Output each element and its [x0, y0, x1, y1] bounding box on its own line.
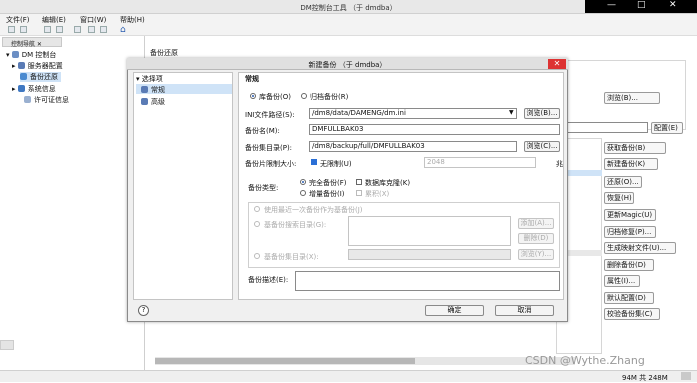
radio-db-backup[interactable]: [250, 93, 256, 99]
help-icon[interactable]: ?: [138, 305, 149, 316]
radio-db-backup-label: 库备份(O): [259, 93, 291, 101]
save-icon[interactable]: [8, 26, 15, 33]
option-general-label: 常规: [141, 85, 165, 95]
backup-name-label: 备份名(M):: [245, 127, 280, 135]
description-label: 备份描述(E):: [248, 276, 289, 284]
server-icon: [17, 62, 25, 69]
window-controls-overlay: — □ ✕: [585, 0, 697, 13]
scrollbar-thumb[interactable]: [155, 358, 415, 364]
backup-panel-title: 备份还原: [150, 49, 178, 57]
horizontal-scrollbar[interactable]: [155, 357, 575, 365]
backup-icon: [20, 73, 27, 80]
option-advanced[interactable]: 高级: [141, 97, 165, 107]
nav-tab[interactable]: 控制导航 ✕: [2, 37, 62, 48]
gc-trash-icon[interactable]: [681, 372, 691, 380]
piece-limit-label: 备份片限制大小:: [245, 160, 297, 168]
home-icon[interactable]: ⌂: [120, 25, 126, 35]
archive-repair-button[interactable]: 归档修复(P)...: [604, 226, 656, 238]
menu-bar: 文件(F) 编辑(E) 窗口(W) 帮助(H): [0, 14, 697, 24]
backup-type-label: 备份类型:: [248, 184, 279, 192]
ini-browse-button[interactable]: 浏览(B)...: [524, 108, 560, 119]
verify-backup-button[interactable]: 校验备份集(C): [604, 308, 660, 320]
dir-browse-button[interactable]: 浏览(C)...: [524, 141, 560, 152]
tree-root[interactable]: ▾ DM 控制台: [6, 50, 56, 60]
dialog-close-button[interactable]: ✕: [548, 59, 566, 69]
cumulative-checkbox[interactable]: [356, 190, 362, 196]
unlimited-label: 无限制(U): [320, 160, 352, 168]
radio-full-backup[interactable]: [300, 179, 306, 185]
toolbar: ⌂: [0, 24, 697, 36]
list-icon[interactable]: [100, 26, 107, 33]
radio-use-recent[interactable]: [254, 206, 260, 212]
base-dir-browse-button[interactable]: 浏览(Y)...: [518, 249, 554, 260]
base-dir-label: 基备份集目录(X):: [264, 253, 319, 261]
tree-item-system-info[interactable]: ▸ 系统信息: [12, 84, 56, 94]
status-bar: 94M 共 248M: [0, 370, 697, 382]
clone-checkbox[interactable]: [356, 179, 362, 185]
panel-path-input[interactable]: [556, 122, 648, 133]
select-header: ▾ 选择项: [136, 75, 163, 83]
recover-button[interactable]: 恢复(H): [604, 192, 634, 204]
default-config-button[interactable]: 默认配置(D): [604, 292, 654, 304]
backup-dir-label: 备份集目录(P):: [245, 144, 293, 152]
section-title: 常规: [245, 75, 259, 83]
radio-archive-backup[interactable]: [301, 93, 307, 99]
panel-browse-button[interactable]: 浏览(B)...: [604, 92, 660, 104]
backup-name-input[interactable]: DMFULLBAK03: [309, 124, 560, 135]
close-window-button[interactable]: ✕: [669, 0, 677, 10]
delete-button[interactable]: 删除(D): [518, 233, 554, 244]
dialog-title: 新建备份 （于 dmdba）: [308, 61, 387, 69]
update-magic-button[interactable]: 更新Magic(U): [604, 209, 656, 221]
dialog-title-bar: 新建备份 （于 dmdba）: [127, 58, 568, 70]
back-icon[interactable]: [44, 26, 51, 33]
radio-incremental-label: 增量备份(I): [309, 190, 345, 198]
ini-label: INI文件路径(S):: [245, 111, 295, 119]
refresh-icon[interactable]: [74, 26, 81, 33]
base-search-label: 基备份搜索目录(G):: [264, 221, 327, 229]
ini-path-input[interactable]: /dm8/data/DAMENG/dm.ini: [309, 108, 517, 119]
generate-mapfile-button[interactable]: 生成映射文件(U)...: [604, 242, 676, 254]
base-search-list[interactable]: [348, 216, 511, 246]
watermark: CSDN @Wythe.Zhang: [525, 354, 645, 367]
database-icon: [11, 51, 19, 58]
print-icon[interactable]: [20, 26, 27, 33]
tool-icon[interactable]: [88, 26, 95, 33]
radio-base-dir[interactable]: [254, 253, 260, 259]
unlimited-checkbox[interactable]: [311, 159, 317, 165]
config-button[interactable]: 配置(E): [651, 122, 683, 134]
new-backup-button[interactable]: 新建备份(K): [604, 158, 658, 170]
tree-item-server-config[interactable]: ▸ 服务器配置: [12, 61, 63, 71]
tree-item-backup-restore[interactable]: 备份还原: [20, 72, 61, 82]
use-recent-label: 使用最近一次备份作为基备份(J): [264, 206, 363, 214]
forward-icon[interactable]: [56, 26, 63, 33]
page-icon: [141, 86, 148, 93]
restore-view-icon[interactable]: [0, 340, 14, 350]
license-icon: [24, 96, 31, 103]
minimize-button[interactable]: —: [607, 0, 616, 10]
radio-base-search[interactable]: [254, 221, 260, 227]
delete-backup-button[interactable]: 删除备份(D): [604, 259, 654, 271]
clone-label: 数据库克隆(K): [365, 179, 411, 187]
size-unit: 兆: [556, 160, 563, 168]
radio-full-backup-label: 完全备份(F): [309, 179, 347, 187]
add-button[interactable]: 添加(A)...: [518, 218, 554, 229]
cancel-button[interactable]: 取消: [495, 305, 554, 316]
get-backup-button[interactable]: 获取备份(B): [604, 142, 666, 154]
tree-item-license[interactable]: 许可证信息: [24, 95, 69, 105]
page-icon: [141, 98, 148, 105]
description-textarea[interactable]: [295, 271, 560, 291]
cumulative-label: 累积(X): [365, 190, 390, 198]
maximize-button[interactable]: □: [637, 0, 646, 10]
info-icon: [17, 85, 25, 92]
base-dir-input[interactable]: [348, 249, 511, 260]
backup-dir-input[interactable]: /dm8/backup/full/DMFULLBAK03: [309, 141, 517, 152]
restore-button[interactable]: 还原(O)...: [604, 176, 642, 188]
radio-incremental-backup[interactable]: [300, 190, 306, 196]
radio-archive-backup-label: 归档备份(R): [310, 93, 349, 101]
piece-limit-input[interactable]: 2048: [424, 157, 536, 168]
ok-button[interactable]: 确定: [425, 305, 484, 316]
properties-button[interactable]: 属性(I)...: [604, 275, 640, 287]
chevron-down-icon[interactable]: ▼: [509, 109, 514, 116]
